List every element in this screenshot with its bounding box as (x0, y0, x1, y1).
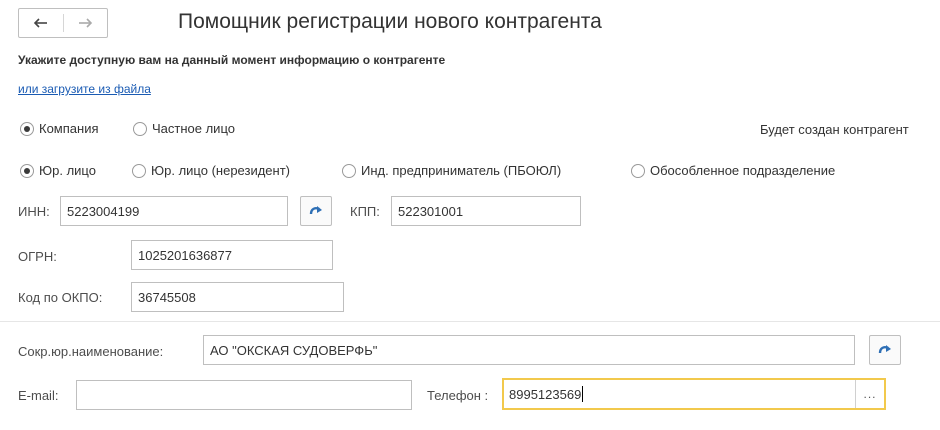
okpo-field[interactable]: 36745508 (131, 282, 344, 312)
radio-button[interactable] (342, 163, 356, 178)
radio-button-selected[interactable] (20, 163, 34, 178)
forward-button[interactable] (64, 9, 108, 37)
radio-separate-division[interactable]: Обособленное подразделение (631, 163, 835, 178)
okpo-label: Код по ОКПО: (18, 290, 103, 305)
radio-label: Юр. лицо (39, 163, 96, 178)
radio-button-selected[interactable] (20, 121, 34, 136)
arrow-right-icon (79, 18, 93, 28)
fill-by-inn-button[interactable] (300, 196, 332, 226)
radio-label: Юр. лицо (нерезидент) (151, 163, 290, 178)
text-caret (582, 386, 584, 402)
radio-label: Компания (39, 121, 99, 136)
back-button[interactable] (19, 9, 63, 37)
radio-company[interactable]: Компания (20, 121, 99, 136)
radio-legal-entity-nonresident[interactable]: Юр. лицо (нерезидент) (132, 163, 290, 178)
radio-button[interactable] (132, 163, 146, 178)
kpp-label: КПП: (350, 204, 380, 219)
email-label: E-mail: (18, 388, 59, 403)
instruction-text: Укажите доступную вам на данный момент и… (18, 53, 446, 67)
inn-label: ИНН: (18, 204, 50, 219)
radio-label: Обособленное подразделение (650, 163, 836, 178)
page-title: Помощник регистрации нового контрагента (178, 10, 602, 33)
phone-field[interactable]: 8995123569 ... (502, 378, 886, 410)
phone-label: Телефон : (427, 388, 489, 403)
result-note: Будет создан контрагент (760, 122, 909, 137)
curved-arrow-icon (878, 345, 891, 354)
radio-button[interactable] (133, 121, 147, 136)
short-name-field[interactable]: АО "ОКСКАЯ СУДОВЕРФЬ" (203, 335, 855, 365)
radio-button[interactable] (631, 163, 645, 178)
radio-label: Инд. предприниматель (ПБОЮЛ) (361, 163, 562, 178)
kpp-field[interactable]: 522301001 (391, 196, 581, 226)
ogrn-label: ОГРН: (18, 249, 57, 264)
navigation-buttons (18, 8, 108, 38)
email-field[interactable] (76, 380, 412, 410)
phone-more-button[interactable]: ... (855, 380, 884, 408)
radio-individual-entrepreneur[interactable]: Инд. предприниматель (ПБОЮЛ) (342, 163, 561, 178)
curved-arrow-icon (309, 206, 322, 215)
load-from-file-link[interactable]: или загрузите из файла (18, 82, 151, 96)
inn-field[interactable]: 5223004199 (60, 196, 288, 226)
short-name-label: Сокр.юр.наименование: (18, 344, 164, 359)
radio-private-person[interactable]: Частное лицо (133, 121, 235, 136)
section-divider (0, 321, 940, 322)
radio-legal-entity[interactable]: Юр. лицо (20, 163, 96, 178)
ogrn-field[interactable]: 1025201636877 (131, 240, 333, 270)
phone-value: 8995123569 (509, 386, 582, 402)
radio-label: Частное лицо (152, 121, 235, 136)
fill-by-name-button[interactable] (869, 335, 901, 365)
arrow-left-icon (33, 18, 47, 28)
